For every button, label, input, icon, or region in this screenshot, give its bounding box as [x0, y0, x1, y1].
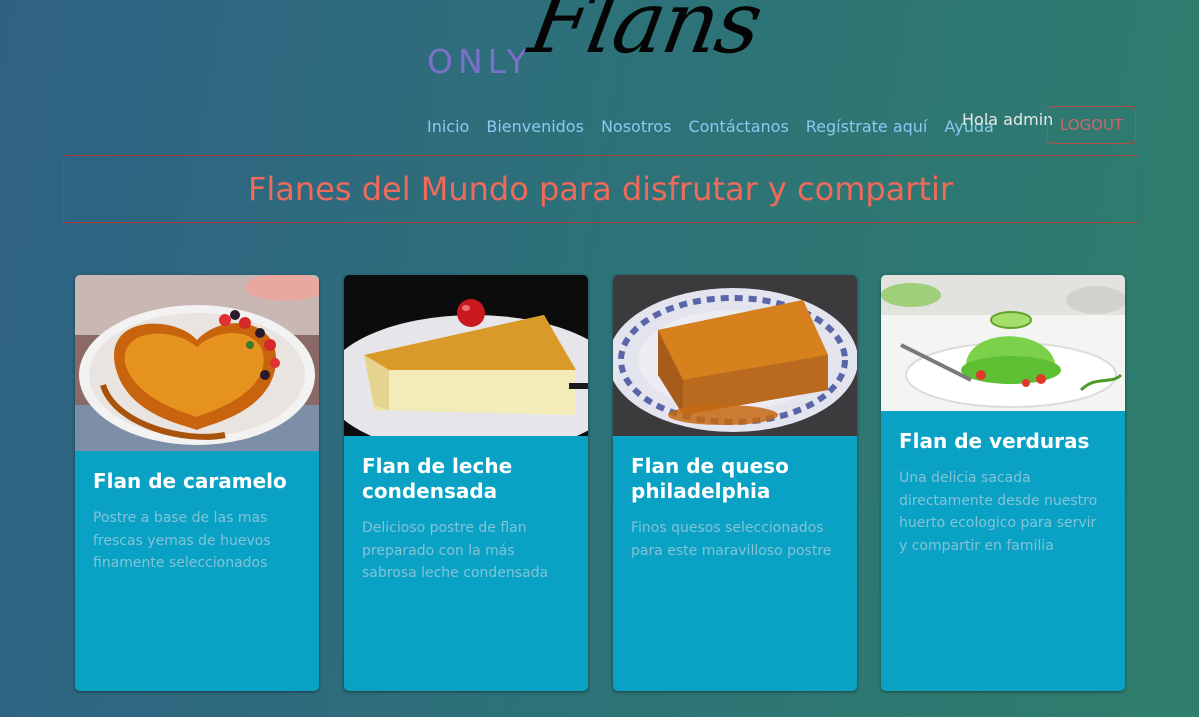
flan-caramelo-image: [75, 275, 319, 451]
nav-link-registrate[interactable]: Regístrate aquí: [806, 116, 928, 140]
flan-leche-image: [344, 275, 588, 436]
logo-name: Flans: [522, 0, 768, 73]
main-nav: Inicio Bienvenidos Nosotros Contáctanos …: [427, 116, 1002, 140]
card-image-caramelo: [75, 275, 319, 451]
card-body: Flan de leche condensada Delicioso postr…: [344, 436, 588, 585]
product-card-caramelo[interactable]: Flan de caramelo Postre a base de las ma…: [75, 275, 319, 691]
flan-verduras-image: [881, 275, 1125, 411]
card-text: Postre a base de las mas frescas yemas d…: [93, 510, 271, 571]
card-body: Flan de verduras Una delicia sacada dire…: [881, 411, 1125, 557]
card-body: Flan de queso philadelphia Finos quesos …: [613, 436, 857, 562]
card-image-leche-condensada: [344, 275, 588, 436]
card-title: Flan de verduras: [899, 429, 1090, 453]
card-image-verduras: [881, 275, 1125, 411]
hero-banner: Flanes del Mundo para disfrutar y compar…: [63, 155, 1138, 223]
user-greeting: Hola admin: [962, 110, 1054, 129]
logo-prefix: ONLY: [427, 42, 532, 81]
card-title: Flan de queso philadelphia: [631, 454, 789, 503]
card-title: Flan de leche condensada: [362, 454, 513, 503]
site-logo[interactable]: ONLY Flans: [427, 0, 777, 100]
product-card-leche-condensada[interactable]: Flan de leche condensada Delicioso postr…: [344, 275, 588, 691]
nav-link-inicio[interactable]: Inicio: [427, 116, 469, 140]
card-title: Flan de caramelo: [93, 469, 287, 493]
card-text: Una delicia sacada directamente desde nu…: [899, 470, 1098, 554]
card-image-queso: [613, 275, 857, 436]
card-text: Delicioso postre de flan preparado con l…: [362, 520, 549, 581]
nav-link-bienvenidos[interactable]: Bienvenidos: [486, 116, 584, 140]
product-card-verduras[interactable]: Flan de verduras Una delicia sacada dire…: [881, 275, 1125, 691]
banner-title: Flanes del Mundo para disfrutar y compar…: [247, 170, 954, 208]
nav-link-nosotros[interactable]: Nosotros: [601, 116, 672, 140]
flan-queso-image: [613, 275, 857, 436]
logout-button[interactable]: LOGOUT: [1047, 106, 1136, 144]
card-text: Finos quesos seleccionados para este mar…: [631, 520, 832, 559]
nav-link-contactanos[interactable]: Contáctanos: [688, 116, 788, 140]
card-body: Flan de caramelo Postre a base de las ma…: [75, 451, 319, 575]
product-card-queso[interactable]: Flan de queso philadelphia Finos quesos …: [613, 275, 857, 691]
